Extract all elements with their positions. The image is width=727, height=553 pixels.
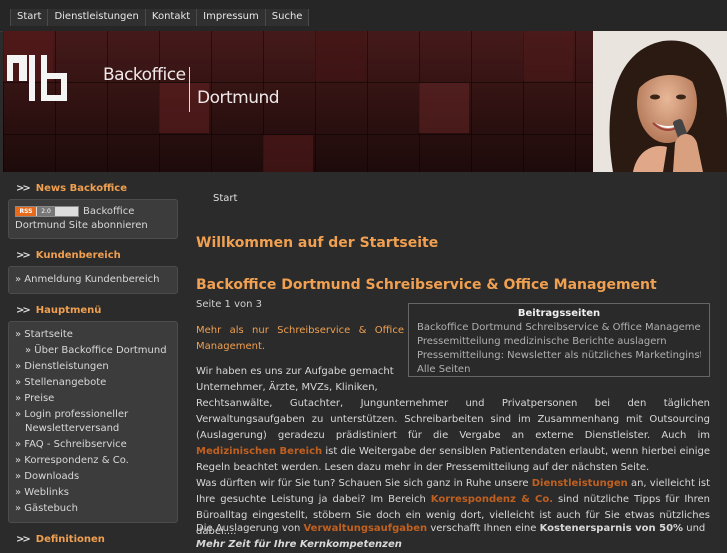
header-banner: Backoffice Dortmund (3, 31, 727, 172)
sidebar-item-startseite[interactable]: » Startseite (15, 327, 171, 343)
body-paragraph: Rechtsanwälte, Gutachter, Jungunternehme… (196, 398, 710, 473)
breadcrumb[interactable]: Start (213, 193, 237, 204)
top-navigation: Start Dienstleistungen Kontakt Impressum… (0, 0, 727, 32)
sidebar-item-anmeldung[interactable]: » Anmeldung Kundenbereich (15, 272, 171, 288)
link-korrespondenz[interactable]: Korrespondenz & Co. (431, 494, 553, 505)
sidebar-heading-hauptmenue: >> Hauptmenü (16, 305, 102, 316)
nav-kontakt[interactable]: Kontakt (145, 9, 198, 26)
chevron-right-icon: >> (16, 305, 31, 316)
sidebar-item-korrespondenz[interactable]: » Korrespondenz & Co. (15, 453, 171, 469)
banner-title-line2: Dortmund (197, 88, 280, 108)
article-index-link[interactable]: Backoffice Dortmund Schreibservice & Off… (417, 321, 701, 335)
company-logo (7, 55, 67, 101)
hauptmenue-box: » Startseite » Über Backoffice Dortmund … (8, 321, 178, 523)
news-box: RSS 2.0 Backoffice Dortmund Site abonnie… (8, 199, 178, 239)
sidebar-item-dienstleistungen[interactable]: » Dienstleistungen (15, 359, 171, 375)
link-verwaltungsaufgaben[interactable]: Verwaltungsaufgaben (303, 523, 427, 534)
chevron-right-icon: >> (16, 534, 31, 545)
kunden-box: » Anmeldung Kundenbereich (8, 266, 178, 294)
sidebar-item-gaestebuch[interactable]: » Gästebuch (15, 501, 171, 517)
article-title[interactable]: Backoffice Dortmund Schreibservice & Off… (196, 277, 657, 293)
banner-divider (189, 67, 190, 112)
article-index-title: Beitragsseiten (517, 308, 601, 319)
page-counter: Seite 1 von 3 (196, 299, 262, 310)
nav-suche[interactable]: Suche (265, 9, 310, 26)
sidebar-item-stellenangebote[interactable]: » Stellenangebote (15, 375, 171, 391)
sidebar-item-login-newsletter[interactable]: » Login professioneller Newsletterversan… (15, 407, 171, 437)
article-index-box: Beitragsseiten Backoffice Dortmund Schre… (408, 303, 710, 377)
nav-impressum[interactable]: Impressum (197, 9, 266, 26)
sidebar-heading-kunden: >> Kundenbereich (16, 250, 121, 261)
nav-dienstleistungen[interactable]: Dienstleistungen (48, 9, 146, 26)
link-medizinischer-bereich[interactable]: Medizinischen Bereich (196, 446, 322, 457)
sidebar-item-preise[interactable]: » Preise (15, 391, 171, 407)
body-line: Wir haben es uns zur Aufgabe gemacht (196, 366, 394, 377)
woman-with-phone-photo (593, 31, 727, 172)
chevron-right-icon: >> (16, 250, 31, 261)
article-body: Wir haben es uns zur Aufgabe gemacht Unt… (196, 364, 710, 540)
article-index-link[interactable]: Pressemitteilung: Newsletter als nützlic… (417, 349, 701, 363)
article-index-link[interactable]: Alle Seiten (417, 363, 701, 377)
closing-paragraph: Die Auslagerung von Verwaltungsaufgaben … (196, 523, 706, 550)
banner-tile (263, 135, 313, 172)
banner-tile (419, 83, 469, 133)
sidebar-item-ueber[interactable]: » Über Backoffice Dortmund (15, 343, 171, 359)
sidebar-item-weblinks[interactable]: » Weblinks (15, 485, 171, 501)
sidebar-item-downloads[interactable]: » Downloads (15, 469, 171, 485)
sidebar-heading-news: >> News Backoffice (16, 183, 128, 194)
page-title: Willkommen auf der Startseite (196, 235, 439, 251)
sidebar-heading-definitionen: >> Definitionen (16, 534, 105, 545)
sidebar-item-faq[interactable]: » FAQ - Schreibservice (15, 437, 171, 453)
body-line: Unternehmer, Ärzte, MVZs, Kliniken, (196, 382, 378, 393)
nav-start[interactable]: Start (10, 9, 49, 26)
banner-tile (315, 31, 365, 81)
article-index-link[interactable]: Pressemitteilung medizinische Berichte a… (417, 335, 701, 349)
chevron-right-icon: >> (16, 183, 31, 194)
link-dienstleistungen[interactable]: Dienstleistungen (532, 478, 628, 489)
sidebar: >> News Backoffice RSS 2.0 Backoffice Do… (8, 178, 178, 550)
intro-text: Mehr als nur Schreibservice & Office Man… (196, 325, 404, 352)
rss-feed-icon[interactable]: RSS 2.0 (15, 205, 79, 217)
banner-title-line1: Backoffice (103, 65, 186, 85)
banner-tile (523, 31, 573, 81)
